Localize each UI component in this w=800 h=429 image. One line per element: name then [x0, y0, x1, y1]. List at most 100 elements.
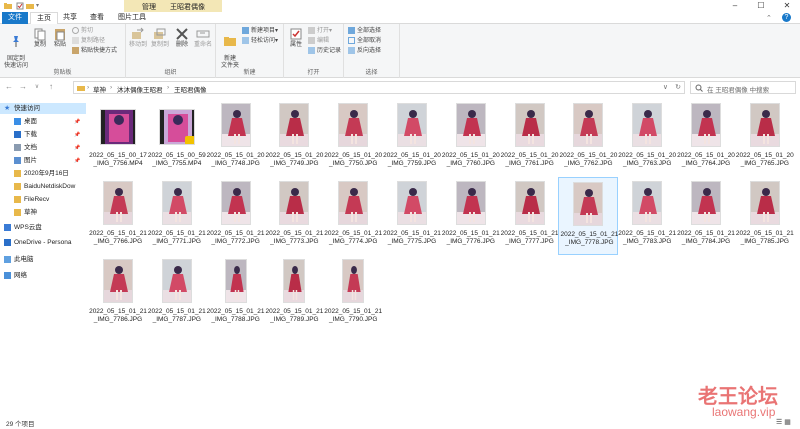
- file-item[interactable]: 2022_05_15_01_21_IMG_7785.JPG: [735, 177, 795, 255]
- help-icon[interactable]: ?: [782, 13, 791, 22]
- file-item[interactable]: 2022_05_15_01_21_IMG_7772.JPG: [206, 177, 266, 255]
- invert-selection-button[interactable]: 反向选择: [348, 47, 381, 56]
- address-dropdown-icon[interactable]: ∨: [663, 83, 668, 91]
- copy-path-button[interactable]: 复制路径: [72, 37, 105, 46]
- file-item[interactable]: 2022_05_15_01_21_IMG_7786.JPG: [88, 255, 148, 333]
- file-item[interactable]: 2022_05_15_01_21_IMG_7787.JPG: [147, 255, 207, 333]
- maximize-button[interactable]: ☐: [748, 0, 774, 12]
- tab-view[interactable]: 查看: [84, 12, 110, 24]
- file-item[interactable]: 2022_05_15_01_20_IMG_7763.JPG: [617, 99, 677, 177]
- file-item[interactable]: 2022_05_15_01_21_IMG_7777.JPG: [500, 177, 560, 255]
- file-item[interactable]: 2022_05_15_00_17_IMG_7756.MP4: [88, 99, 148, 177]
- edit-button[interactable]: 编辑: [308, 37, 329, 46]
- address-bar[interactable]: › 草神 › 沐沐偶像王昭君 › 王昭君偶像 ∨ ↻: [73, 81, 685, 94]
- file-item[interactable]: 2022_05_15_01_20_IMG_7748.JPG: [206, 99, 266, 177]
- file-item[interactable]: 2022_05_15_01_21_IMG_7776.JPG: [441, 177, 501, 255]
- file-item[interactable]: 2022_05_15_01_20_IMG_7765.JPG: [735, 99, 795, 177]
- close-button[interactable]: ✕: [774, 0, 800, 12]
- minimize-button[interactable]: –: [722, 0, 748, 12]
- nav-item[interactable]: 下载 📌: [0, 129, 86, 140]
- nav-item[interactable]: 此电脑: [0, 254, 86, 265]
- breadcrumb-item[interactable]: 沐沐偶像王昭君: [117, 84, 163, 94]
- nav-item[interactable]: 桌面 📌: [0, 116, 86, 127]
- tab-share[interactable]: 共享: [57, 12, 83, 24]
- breadcrumb-item[interactable]: 草神: [93, 84, 106, 94]
- manage-tab-label[interactable]: 管理: [142, 2, 156, 12]
- file-list[interactable]: 2022_05_15_00_17_IMG_7756.MP4 2022_05_15_…: [86, 96, 800, 414]
- file-item[interactable]: 2022_05_15_01_20_IMG_7764.JPG: [676, 99, 736, 177]
- nav-item[interactable]: 图片 📌: [0, 155, 86, 166]
- rename-button[interactable]: 重命名: [192, 27, 214, 49]
- image-thumbnail: [514, 103, 545, 147]
- nav-item[interactable]: 文档 📌: [0, 142, 86, 153]
- file-item[interactable]: 2022_05_15_01_21_IMG_7766.JPG: [88, 177, 148, 255]
- paste-shortcut-button[interactable]: 粘贴快捷方式: [72, 47, 117, 56]
- clipboard-group-label: 剪贴板: [53, 70, 72, 76]
- file-item[interactable]: 2022_05_15_01_21_IMG_7783.JPG: [617, 177, 677, 255]
- properties-icon[interactable]: [16, 2, 24, 10]
- tab-picture-tools[interactable]: 图片工具: [112, 12, 152, 24]
- file-item[interactable]: 2022_05_15_01_21_IMG_7773.JPG: [264, 177, 324, 255]
- back-button[interactable]: ←: [4, 82, 14, 92]
- new-folder-button[interactable]: 新建 文件夹: [218, 27, 242, 70]
- file-item[interactable]: 2022_05_15_01_20_IMG_7749.JPG: [264, 99, 324, 177]
- image-thumbnail: [691, 103, 721, 147]
- navigation-pane[interactable]: ★ 快速访问桌面 📌 下载 📌 文档 📌 图片 📌 2020年9月16日 BaiduNetdiskD…: [0, 96, 86, 414]
- recent-locations-button[interactable]: ∨: [32, 82, 42, 92]
- file-item[interactable]: 2022_05_15_01_20_IMG_7760.JPG: [441, 99, 501, 177]
- easy-access-button[interactable]: 轻松访问▾: [242, 37, 278, 46]
- file-item[interactable]: 2022_05_15_00_59_IMG_7755.MP4: [147, 99, 207, 177]
- copy-to-button[interactable]: 复制到: [150, 27, 170, 49]
- nav-item[interactable]: OneDrive - Persona: [0, 237, 86, 248]
- nav-item[interactable]: WPS云盘: [0, 222, 86, 233]
- file-item[interactable]: 2022_05_15_01_21_IMG_7775.JPG: [382, 177, 442, 255]
- nav-item[interactable]: 网络: [0, 270, 86, 281]
- file-item[interactable]: 2022_05_15_01_20_IMG_7759.JPG: [382, 99, 442, 177]
- nav-item[interactable]: FileRecv: [0, 194, 86, 205]
- nav-item[interactable]: ★ 快速访问: [0, 103, 86, 114]
- file-item[interactable]: 2022_05_15_01_21_IMG_7788.JPG: [206, 255, 266, 333]
- select-none-button[interactable]: 全部取消: [348, 37, 381, 46]
- refresh-icon[interactable]: ↻: [675, 83, 681, 91]
- file-item[interactable]: 2022_05_15_01_21_IMG_7774.JPG: [323, 177, 383, 255]
- details-view-icon[interactable]: ☰: [776, 419, 782, 426]
- delete-button[interactable]: 删除: [172, 27, 192, 49]
- breadcrumb-item[interactable]: 王昭君偶像: [174, 84, 207, 94]
- copy-button[interactable]: 复制: [30, 27, 50, 49]
- tab-file[interactable]: 文件: [2, 12, 28, 24]
- collapse-ribbon-icon[interactable]: ⌃: [766, 14, 772, 22]
- nav-item[interactable]: 2020年9月16日: [0, 168, 86, 179]
- file-item[interactable]: 2022_05_15_01_21_IMG_7784.JPG: [676, 177, 736, 255]
- download-icon: [14, 131, 21, 138]
- qat-dropdown-icon[interactable]: ▾: [36, 2, 44, 10]
- file-item[interactable]: 2022_05_15_01_21_IMG_7778.JPG: [558, 177, 619, 255]
- file-item[interactable]: 2022_05_15_01_20_IMG_7750.JPG: [323, 99, 383, 177]
- pin-icon[interactable]: 📌: [74, 130, 80, 140]
- file-item[interactable]: 2022_05_15_01_21_IMG_7789.JPG: [264, 255, 324, 333]
- move-to-button[interactable]: 移动到: [128, 27, 148, 49]
- open-button[interactable]: 打开▾: [308, 27, 332, 36]
- file-item[interactable]: 2022_05_15_01_21_IMG_7771.JPG: [147, 177, 207, 255]
- new-folder-qat-icon[interactable]: [26, 2, 34, 10]
- nav-item[interactable]: BaiduNetdiskDow: [0, 181, 86, 192]
- properties-button[interactable]: 属性: [286, 27, 306, 49]
- file-item[interactable]: 2022_05_15_01_21_IMG_7790.JPG: [323, 255, 383, 333]
- file-item[interactable]: 2022_05_15_01_20_IMG_7761.JPG: [500, 99, 560, 177]
- select-all-button[interactable]: 全部选择: [348, 27, 381, 36]
- large-icons-view-icon[interactable]: ▦: [784, 419, 791, 426]
- up-button[interactable]: ↑: [46, 82, 56, 92]
- pin-icon[interactable]: 📌: [74, 117, 80, 127]
- paste-button[interactable]: 粘贴: [50, 27, 70, 49]
- history-button[interactable]: 历史记录: [308, 47, 341, 56]
- search-icon: [695, 84, 703, 92]
- pin-icon[interactable]: 📌: [74, 156, 80, 166]
- new-item-button[interactable]: 新建项目▾: [242, 27, 278, 36]
- pin-icon[interactable]: 📌: [74, 143, 80, 153]
- file-item[interactable]: 2022_05_15_01_20_IMG_7762.JPG: [558, 99, 618, 177]
- search-input[interactable]: 在 王昭君偶像 中搜索: [690, 81, 796, 94]
- forward-button[interactable]: →: [18, 82, 28, 92]
- pin-quick-access-button[interactable]: 固定到 快速访问: [2, 27, 30, 70]
- nav-item[interactable]: 草神: [0, 207, 86, 218]
- image-thumbnail: [397, 181, 427, 225]
- cut-button[interactable]: 剪切: [72, 27, 93, 36]
